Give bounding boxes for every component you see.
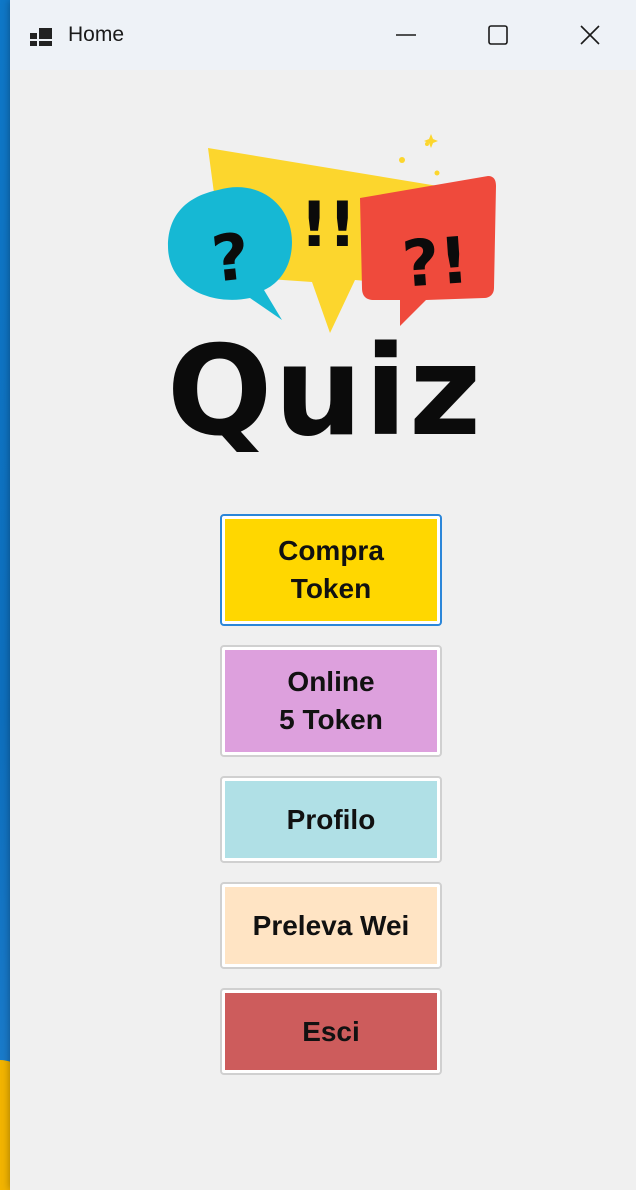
profile-button[interactable]: Profilo: [220, 776, 442, 863]
sparkle-icon: [399, 134, 440, 176]
quiz-title: Quiz: [166, 320, 484, 464]
bubble-right-text: ?!: [400, 224, 471, 302]
app-window: Home !! ? ?! Quiz Compra Token Online 5 …: [10, 0, 636, 1190]
window-title: Home: [68, 23, 125, 46]
withdraw-wei-button[interactable]: Preleva Wei: [220, 882, 442, 969]
buy-token-button[interactable]: Compra Token: [220, 514, 442, 626]
exit-button[interactable]: Esci: [220, 988, 442, 1075]
withdraw-wei-label: Preleva Wei: [225, 887, 437, 964]
close-icon: [580, 25, 600, 45]
buy-token-label: Compra Token: [225, 519, 437, 621]
online-play-button[interactable]: Online 5 Token: [220, 645, 442, 757]
title-bar[interactable]: Home: [10, 0, 636, 70]
minimize-button[interactable]: [360, 0, 452, 70]
close-button[interactable]: [544, 0, 636, 70]
online-play-label: Online 5 Token: [225, 650, 437, 752]
bubble-center-text: !!: [300, 188, 357, 261]
maximize-button[interactable]: [452, 0, 544, 70]
minimize-icon: [396, 34, 416, 36]
exit-label: Esci: [225, 993, 437, 1070]
app-window-icon: [30, 28, 52, 46]
bubble-left-text: ?: [208, 220, 253, 297]
maximize-icon: [488, 25, 508, 45]
profile-label: Profilo: [225, 781, 437, 858]
